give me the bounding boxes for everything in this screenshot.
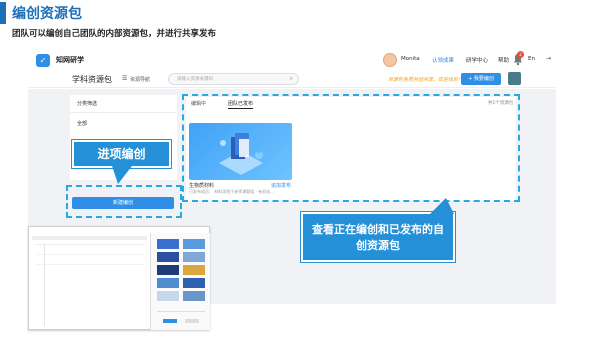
slide-title: 编创资源包 <box>12 6 82 22</box>
create-button[interactable]: + 我要编创 <box>461 73 501 85</box>
thumbnail-sidebar <box>150 233 210 330</box>
app-header: ✓ 知网研学 Monita 认领成果 研学中心 帮助 2 En ⇥ <box>28 50 556 72</box>
callout-line-1: 查看正在编创和已发布的自 <box>312 223 444 236</box>
title-accent-bar <box>0 2 6 24</box>
callout-enter-edit: 进项编创 <box>71 139 172 169</box>
library-title: 学科资源包 <box>72 75 112 84</box>
search-icon[interactable]: ⌕ <box>290 75 293 83</box>
callout-line-2: 创资源包 <box>356 239 400 252</box>
thumbnail-page-lines <box>36 244 144 326</box>
highlight-frame-new <box>66 185 182 218</box>
highlight-frame-list <box>182 94 520 202</box>
grid-icon: ☰ <box>122 75 128 82</box>
pointer-arrow-icon <box>430 198 454 214</box>
slide-subtitle: 团队可以编创自己团队的内部资源包，并进行共享发布 <box>12 29 217 39</box>
search-input[interactable]: 请输入资源关键词 ⌕ <box>168 73 299 85</box>
team-avatar[interactable] <box>508 72 521 85</box>
help-link[interactable]: 帮助 <box>498 56 509 64</box>
logo-icon[interactable]: ✓ <box>36 54 50 67</box>
user-avatar[interactable] <box>383 53 397 67</box>
category-title: 分类筛选 <box>77 101 98 107</box>
brand-name[interactable]: 知网研学 <box>56 55 84 65</box>
promo-text: 资源包免费共创共享，欢迎体验！ <box>388 77 464 83</box>
language-switch[interactable]: En <box>528 56 535 62</box>
search-placeholder: 请输入资源关键词 <box>177 77 213 82</box>
thumbnail-toolbar <box>32 236 147 240</box>
divider <box>70 112 177 113</box>
callout-view-resources: 查看正在编创和已发布的自 创资源包 <box>300 211 456 263</box>
claim-results-link[interactable]: 认领成果 <box>432 56 454 64</box>
library-toolbar: 学科资源包 ☰ 资源导航 请输入资源关键词 ⌕ 资源包免费共创共享，欢迎体验！ … <box>28 72 556 88</box>
category-all[interactable]: 全部 <box>77 120 87 127</box>
research-center-link[interactable]: 研学中心 <box>466 56 488 64</box>
pointer-arrow-icon <box>112 166 132 184</box>
resource-nav-link[interactable]: 资源导航 <box>130 76 150 83</box>
logout-icon[interactable]: ⇥ <box>546 55 551 62</box>
notification-badge: 2 <box>517 51 524 58</box>
user-name[interactable]: Monita <box>401 56 420 62</box>
